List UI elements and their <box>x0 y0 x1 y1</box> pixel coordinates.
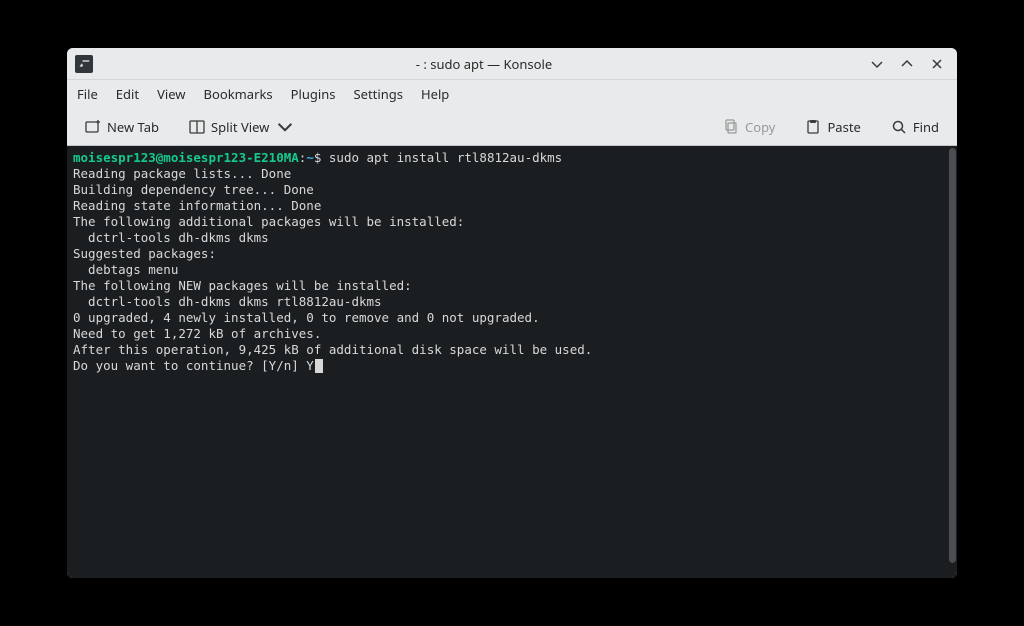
terminal[interactable]: moisespr123@moisespr123-E210MA:~$ sudo a… <box>67 146 957 578</box>
menu-plugins[interactable]: Plugins <box>291 85 336 103</box>
output-line: Building dependency tree... Done <box>73 182 314 197</box>
output-line: debtags menu <box>73 262 178 277</box>
output-line: Need to get 1,272 kB of archives. <box>73 326 321 341</box>
terminal-content: moisespr123@moisespr123-E210MA:~$ sudo a… <box>67 146 957 378</box>
prompt-path: ~ <box>306 150 314 165</box>
maximize-button[interactable] <box>899 56 915 72</box>
app-icon <box>75 55 93 73</box>
output-line: The following additional packages will b… <box>73 214 464 229</box>
titlebar: - : sudo apt — Konsole <box>67 48 957 80</box>
copy-icon <box>723 119 739 135</box>
output-line: 0 upgraded, 4 newly installed, 0 to remo… <box>73 310 540 325</box>
paste-button[interactable]: Paste <box>797 114 868 140</box>
split-view-button[interactable]: Split View <box>181 114 301 140</box>
app-window: - : sudo apt — Konsole File Edit View Bo… <box>67 48 957 578</box>
minimize-button[interactable] <box>869 56 885 72</box>
copy-button[interactable]: Copy <box>715 114 783 140</box>
paste-label: Paste <box>827 118 860 136</box>
search-icon <box>891 119 907 135</box>
split-view-label: Split View <box>211 118 269 136</box>
menu-edit[interactable]: Edit <box>116 85 139 103</box>
find-button[interactable]: Find <box>883 114 947 140</box>
menubar: File Edit View Bookmarks Plugins Setting… <box>67 80 957 108</box>
output-line: Reading state information... Done <box>73 198 321 213</box>
cursor <box>315 359 323 373</box>
output-line: Reading package lists... Done <box>73 166 291 181</box>
chevron-down-icon <box>277 119 293 135</box>
copy-label: Copy <box>745 118 775 136</box>
menu-settings[interactable]: Settings <box>354 85 403 103</box>
close-button[interactable] <box>929 56 945 72</box>
user-input: Y <box>306 358 314 373</box>
new-tab-label: New Tab <box>107 118 159 136</box>
menu-bookmarks[interactable]: Bookmarks <box>204 85 273 103</box>
prompt-user: moisespr123@moisespr123-E210MA <box>73 150 299 165</box>
scrollbar[interactable] <box>949 148 956 563</box>
menu-file[interactable]: File <box>77 85 98 103</box>
paste-icon <box>805 119 821 135</box>
output-line: After this operation, 9,425 kB of additi… <box>73 342 592 357</box>
prompt-continue: Do you want to continue? [Y/n] <box>73 358 306 373</box>
toolbar: New Tab Split View Copy Paste Find <box>67 108 957 146</box>
find-label: Find <box>913 118 939 136</box>
output-line: dctrl-tools dh-dkms dkms rtl8812au-dkms <box>73 294 382 309</box>
output-line: Suggested packages: <box>73 246 216 261</box>
new-tab-button[interactable]: New Tab <box>77 114 167 140</box>
output-line: The following NEW packages will be insta… <box>73 278 412 293</box>
menu-help[interactable]: Help <box>421 85 449 103</box>
menu-view[interactable]: View <box>157 85 185 103</box>
split-view-icon <box>189 119 205 135</box>
window-controls <box>869 56 949 72</box>
command: sudo apt install rtl8812au-dkms <box>321 150 562 165</box>
window-title: - : sudo apt — Konsole <box>99 55 869 73</box>
output-line: dctrl-tools dh-dkms dkms <box>73 230 269 245</box>
new-tab-icon <box>85 119 101 135</box>
